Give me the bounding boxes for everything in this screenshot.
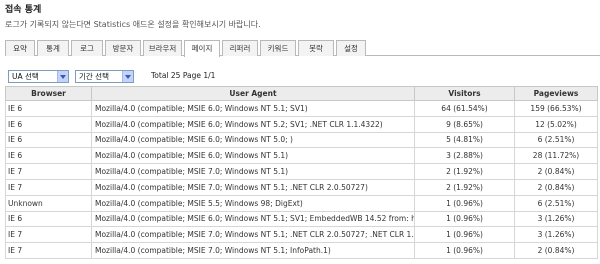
table-row: IE 6 Mozilla/4.0 (compatible; MSIE 6.0; … bbox=[5, 147, 598, 165]
visitors-cell: 64 (61.54%) bbox=[414, 100, 515, 117]
total-count: Total 25 Page 1/1 bbox=[151, 71, 216, 80]
tab-keywords[interactable]: 키워드 bbox=[260, 40, 296, 56]
column-header-pageviews: Pageviews bbox=[514, 86, 598, 101]
table-row: IE 6 Mozilla/4.0 (compatible; MSIE 6.0; … bbox=[5, 100, 598, 117]
tab-browsers[interactable]: 브라우저 bbox=[143, 40, 182, 56]
browser-cell: IE 6 bbox=[5, 147, 92, 165]
user-agent-cell: Mozilla/4.0 (compatible; MSIE 6.0; Windo… bbox=[91, 100, 415, 117]
user-agent-table: Browser User Agent Visitors Pageviews IE… bbox=[5, 86, 598, 259]
visitors-cell: 9 (8.65%) bbox=[414, 115, 515, 133]
user-agent-cell: Mozilla/4.0 (compatible; MSIE 7.0; Windo… bbox=[91, 226, 415, 244]
browser-cell: IE 7 bbox=[5, 178, 92, 196]
column-header-visitors: Visitors bbox=[414, 86, 515, 101]
column-header-user-agent: User Agent bbox=[91, 86, 415, 101]
browser-cell: Unknown bbox=[5, 194, 92, 212]
table-row: IE 6 Mozilla/4.0 (compatible; MSIE 6.0; … bbox=[5, 210, 598, 228]
table-row: IE 7 Mozilla/4.0 (compatible; MSIE 7.0; … bbox=[5, 178, 598, 196]
tab-bar: 요약 통계 로그 방문자 브라우저 페이지 리퍼러 키워드 봇락 설정 bbox=[5, 40, 600, 57]
table-row: IE 7 Mozilla/4.0 (compatible; MSIE 7.0; … bbox=[5, 226, 598, 244]
tab-bots[interactable]: 봇락 bbox=[298, 40, 334, 56]
pageviews-cell: 3 (1.26%) bbox=[514, 210, 598, 228]
column-header-browser: Browser bbox=[5, 86, 92, 101]
browser-cell: IE 7 bbox=[5, 226, 92, 244]
table-row: Unknown Mozilla/4.0 (compatible; MSIE 5.… bbox=[5, 194, 598, 212]
user-agent-cell: Mozilla/4.0 (compatible; MSIE 6.0; Windo… bbox=[91, 147, 415, 165]
pageviews-cell: 3 (1.26%) bbox=[514, 226, 598, 244]
page-title: 접속 통계 bbox=[5, 5, 42, 15]
ua-select-value: UA 선택 bbox=[12, 72, 39, 81]
table-row: IE 6 Mozilla/4.0 (compatible; MSIE 6.0; … bbox=[5, 115, 598, 133]
pageviews-cell: 2 (0.84%) bbox=[514, 178, 598, 196]
period-select-value: 기간 선택 bbox=[79, 72, 109, 81]
browser-cell: IE 7 bbox=[5, 163, 92, 180]
pageviews-cell: 2 (0.84%) bbox=[514, 163, 598, 180]
visitors-cell: 3 (2.88%) bbox=[414, 147, 515, 165]
tab-summary[interactable]: 요약 bbox=[5, 40, 35, 56]
user-agent-cell: Mozilla/4.0 (compatible; MSIE 7.0; Windo… bbox=[91, 163, 415, 180]
user-agent-cell: Mozilla/4.0 (compatible; MSIE 6.0; Windo… bbox=[91, 131, 415, 149]
pageviews-cell: 2 (0.84%) bbox=[514, 242, 598, 259]
pageviews-cell: 6 (2.51%) bbox=[514, 194, 598, 212]
user-agent-cell: Mozilla/4.0 (compatible; MSIE 6.0; Windo… bbox=[91, 210, 415, 228]
tab-referrers[interactable]: 리퍼러 bbox=[222, 40, 258, 56]
visitors-cell: 1 (0.96%) bbox=[414, 242, 515, 259]
tab-pages[interactable]: 페이지 bbox=[184, 40, 220, 57]
visitors-cell: 1 (0.96%) bbox=[414, 210, 515, 228]
ua-select[interactable]: UA 선택 bbox=[8, 70, 69, 83]
table-row: IE 7 Mozilla/4.0 (compatible; MSIE 7.0; … bbox=[5, 242, 598, 259]
tab-stats[interactable]: 통계 bbox=[37, 40, 69, 56]
pageviews-cell: 6 (2.51%) bbox=[514, 131, 598, 149]
browser-cell: IE 6 bbox=[5, 131, 92, 149]
tab-logs[interactable]: 로그 bbox=[71, 40, 103, 56]
pageviews-cell: 12 (5.02%) bbox=[514, 115, 598, 133]
visitors-cell: 2 (1.92%) bbox=[414, 163, 515, 180]
table-row: IE 6 Mozilla/4.0 (compatible; MSIE 6.0; … bbox=[5, 131, 598, 149]
tab-settings[interactable]: 설정 bbox=[336, 40, 366, 56]
visitors-cell: 1 (0.96%) bbox=[414, 226, 515, 244]
period-select[interactable]: 기간 선택 bbox=[75, 70, 134, 83]
table-header-row: Browser User Agent Visitors Pageviews bbox=[5, 86, 598, 101]
user-agent-cell: Mozilla/4.0 (compatible; MSIE 7.0; Windo… bbox=[91, 178, 415, 196]
table-row: IE 7 Mozilla/4.0 (compatible; MSIE 7.0; … bbox=[5, 163, 598, 180]
tab-visitors[interactable]: 방문자 bbox=[105, 40, 141, 56]
addon-notice: 로그가 기록되지 않는다면 Statistics 애드온 설정을 확인해보시기 … bbox=[5, 20, 261, 29]
user-agent-cell: Mozilla/4.0 (compatible; MSIE 6.0; Windo… bbox=[91, 115, 415, 133]
visitors-cell: 2 (1.92%) bbox=[414, 178, 515, 196]
browser-cell: IE 7 bbox=[5, 242, 92, 259]
browser-cell: IE 6 bbox=[5, 100, 92, 117]
chevron-down-icon bbox=[57, 71, 68, 82]
user-agent-cell: Mozilla/4.0 (compatible; MSIE 7.0; Windo… bbox=[91, 242, 415, 259]
browser-cell: IE 6 bbox=[5, 115, 92, 133]
chevron-down-icon bbox=[122, 71, 133, 82]
pageviews-cell: 28 (11.72%) bbox=[514, 147, 598, 165]
visitors-cell: 5 (4.81%) bbox=[414, 131, 515, 149]
user-agent-cell: Mozilla/4.0 (compatible; MSIE 5.5; Windo… bbox=[91, 194, 415, 212]
visitors-cell: 1 (0.96%) bbox=[414, 194, 515, 212]
browser-cell: IE 6 bbox=[5, 210, 92, 228]
pageviews-cell: 159 (66.53%) bbox=[514, 100, 598, 117]
